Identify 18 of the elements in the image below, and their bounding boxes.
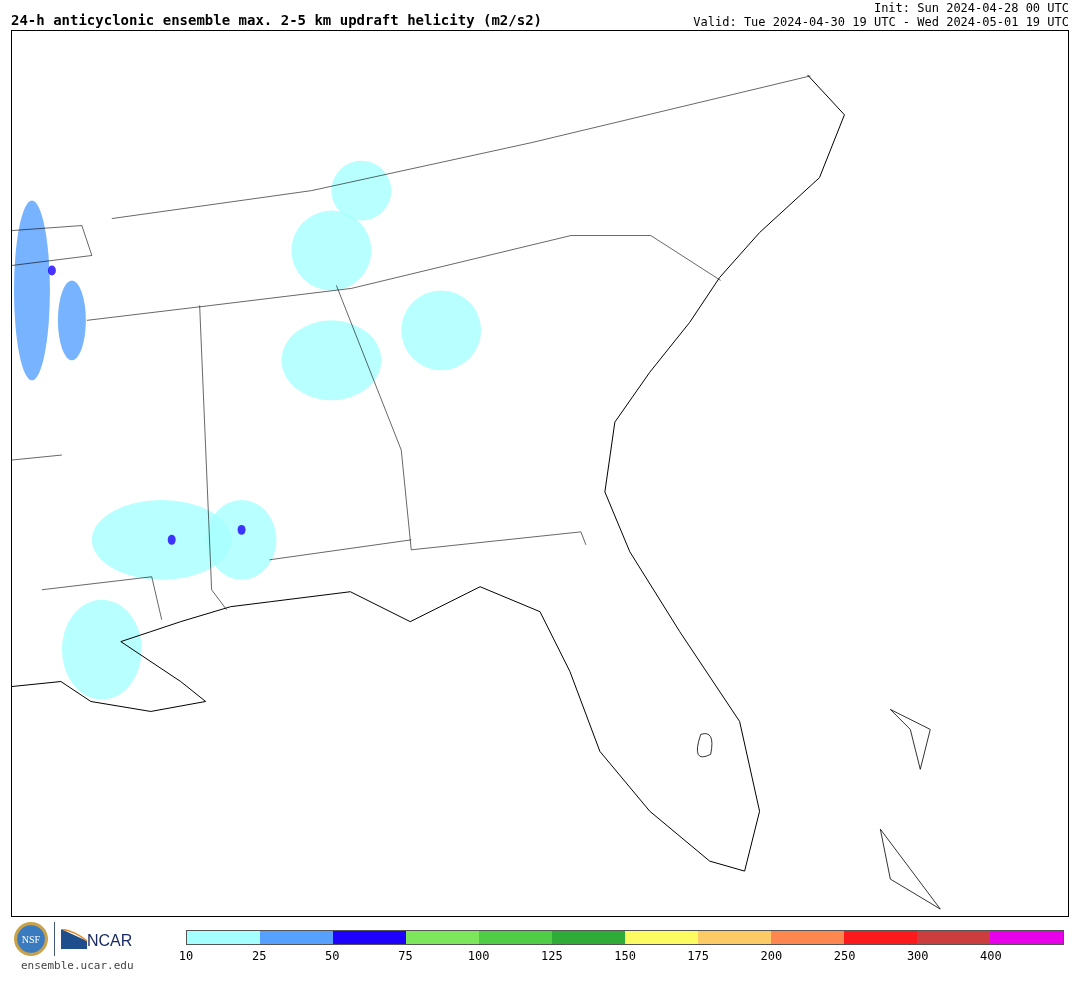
tick-label: 300 (906, 949, 929, 963)
tick-label: 175 (687, 949, 710, 963)
tick-label: 150 (614, 949, 636, 963)
init-time: Init: Sun 2024-04-28 00 UTC (873, 1, 1069, 15)
website-url: ensemble.ucar.edu (20, 959, 135, 972)
chart-title: 24-h anticyclonic ensemble max. 2-5 km updraft helicity (m2/s2) (11, 11, 542, 29)
tick-label: 400 (980, 949, 1002, 963)
nsf-logo: NSF (14, 922, 48, 956)
ncar-logo: NCAR (61, 929, 133, 949)
tick-label: 50 (325, 949, 340, 963)
valid-time: Valid: Tue 2024-04-30 19 UTC - Wed 2024-05-01 19 UTC (693, 15, 1069, 29)
tick-label: 125 (541, 949, 563, 963)
tick-label: 100 (467, 949, 490, 963)
tick-label: 75 (398, 949, 413, 963)
tick-label: 250 (833, 949, 856, 963)
tick-label: 10 (178, 949, 194, 963)
tick-label: 200 (760, 949, 783, 963)
tick-label: 25 (251, 949, 267, 963)
